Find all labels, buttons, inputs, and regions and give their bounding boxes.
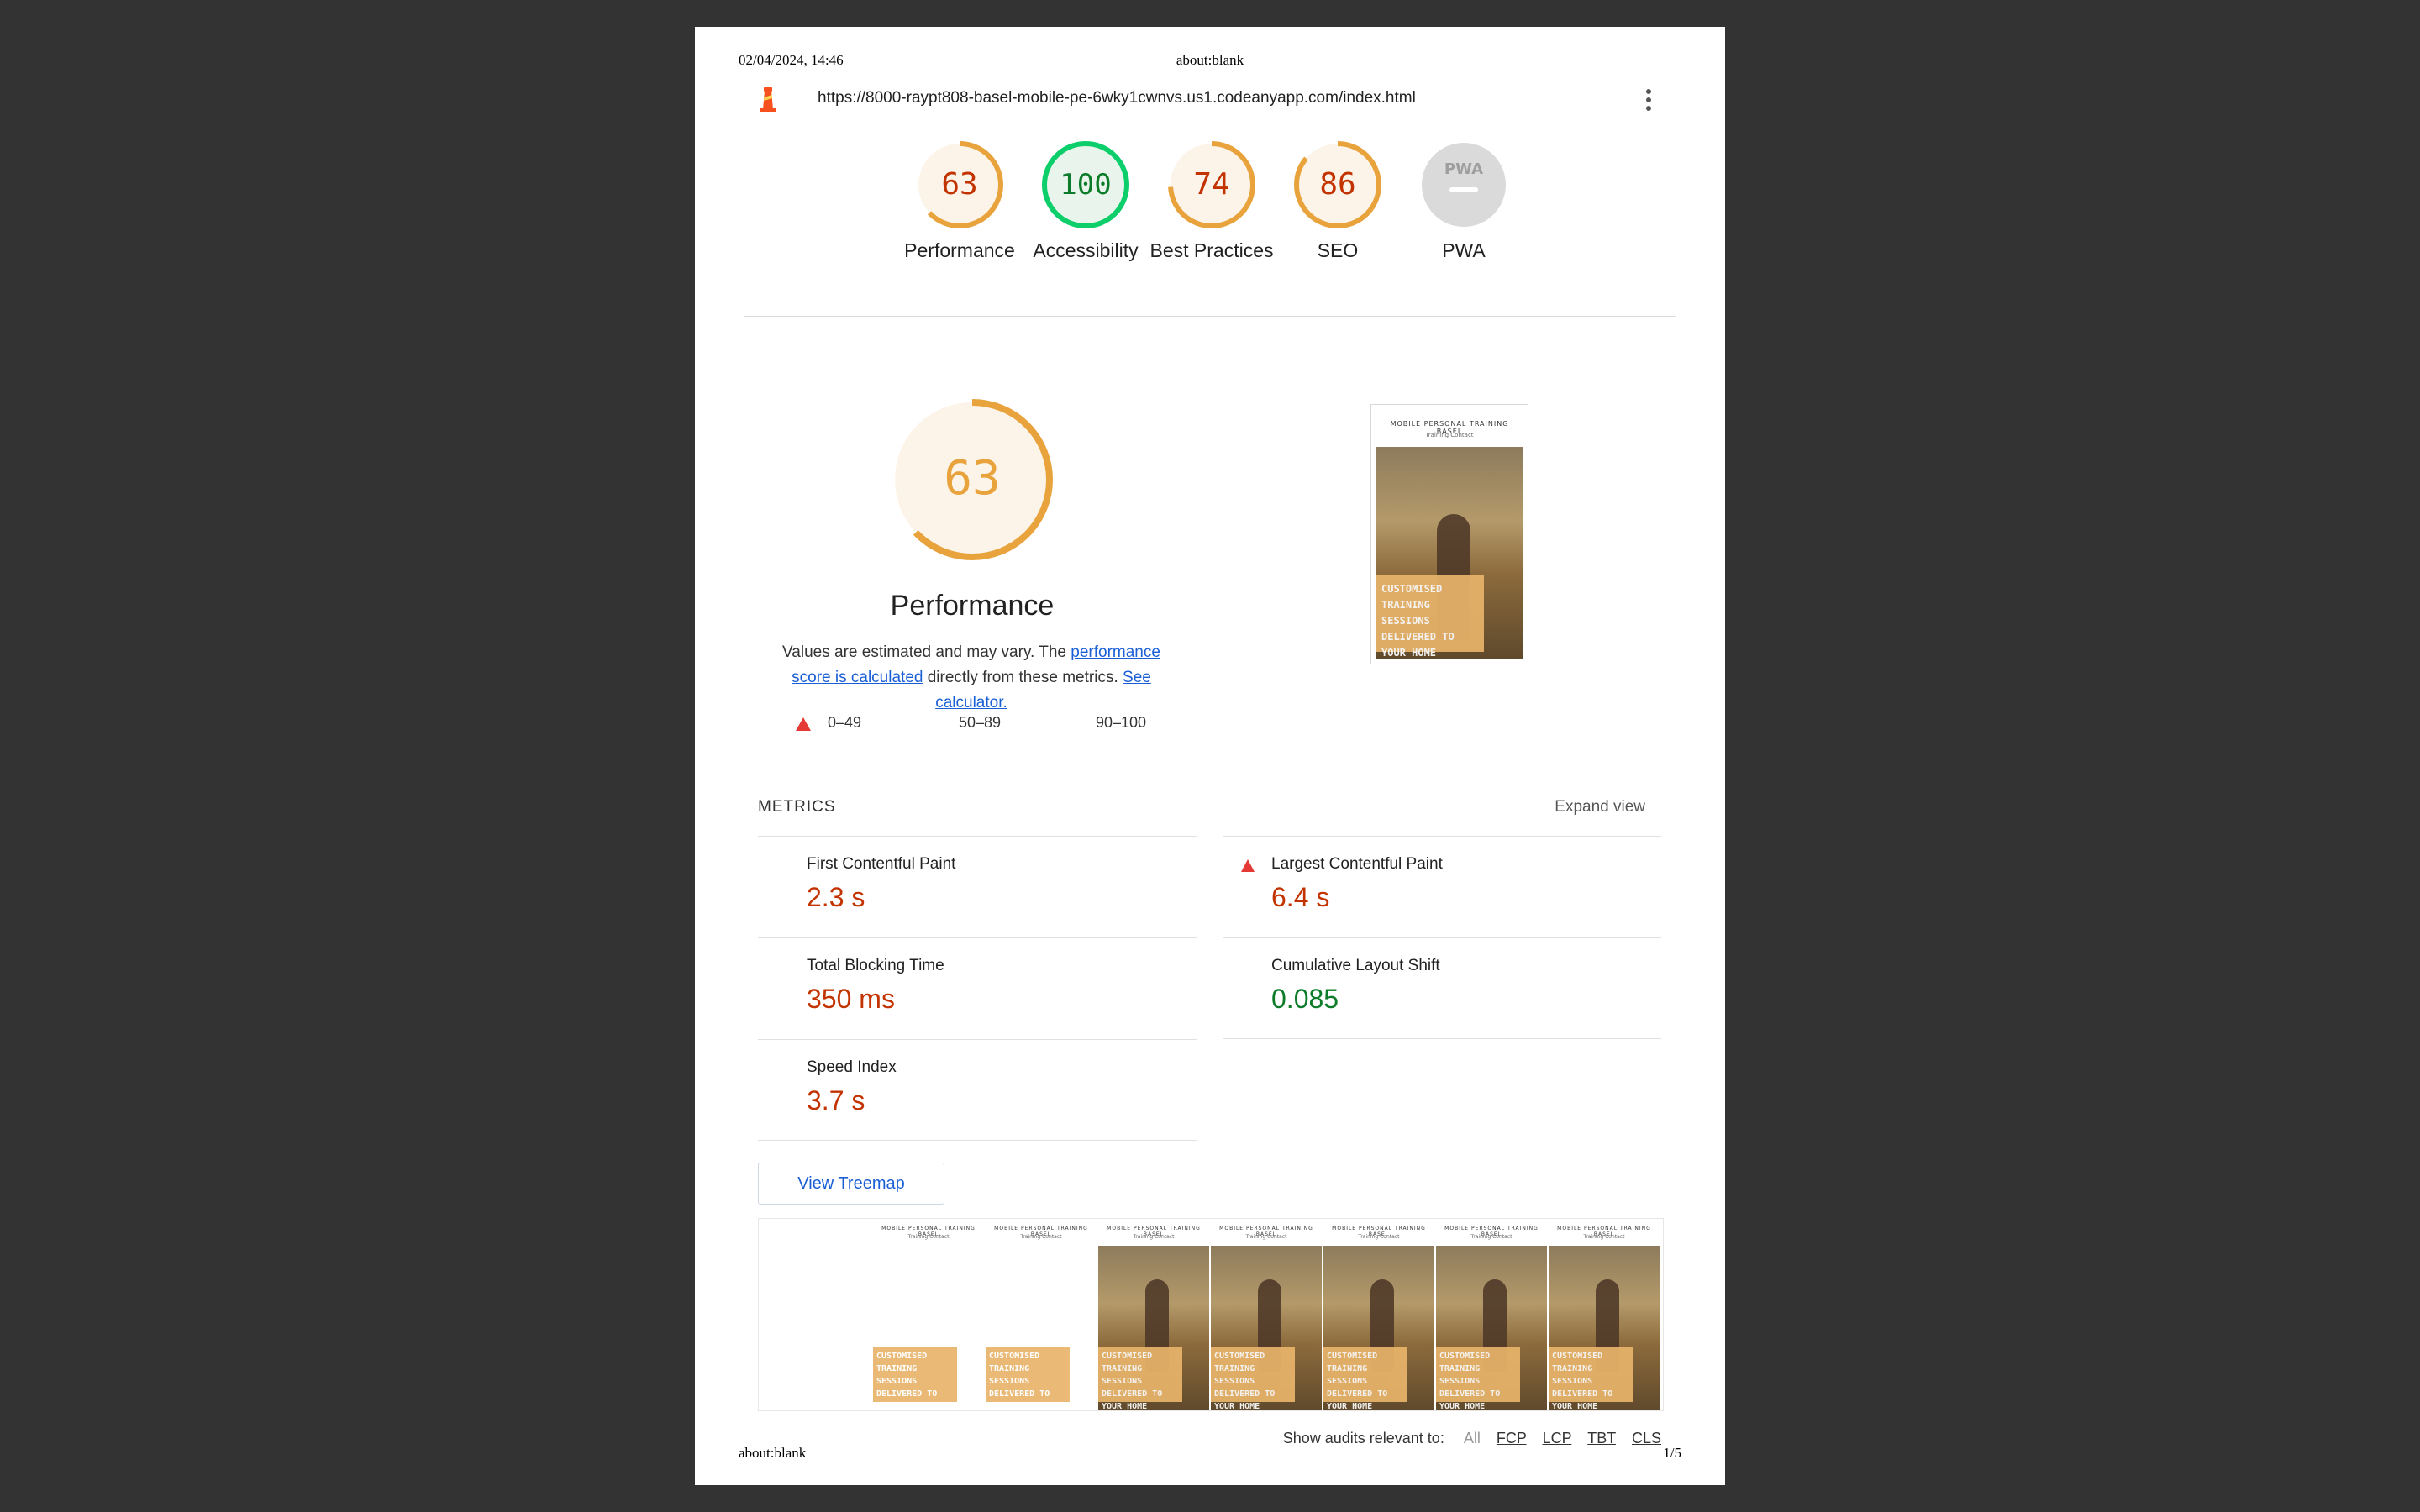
gauge-score: 74: [1193, 167, 1229, 202]
filmstrip-frame[interactable]: MOBILE PERSONAL TRAINING BASEL Training C…: [1434, 1219, 1547, 1410]
metric-cls: Cumulative Layout Shift 0.085: [1223, 937, 1661, 1039]
performance-big-gauge: 63: [892, 399, 1053, 560]
gauge-ring: 86: [1294, 141, 1381, 228]
filter-lcp[interactable]: LCP: [1543, 1430, 1572, 1446]
legend-pass: 90–100: [1096, 714, 1147, 731]
metric-value: 6.4 s: [1271, 882, 1330, 912]
expand-view-toggle[interactable]: Expand view: [1555, 798, 1645, 816]
gauge-score: 86: [1319, 167, 1355, 202]
gauge-ring: 100: [1042, 141, 1129, 228]
filmstrip: MOBILE PERSONAL TRAINING BASEL Training C…: [758, 1218, 1664, 1411]
metrics-divider: [758, 1140, 1197, 1141]
print-page-number: 1/5: [1663, 1445, 1681, 1461]
filmstrip-frame[interactable]: MOBILE PERSONAL TRAINING BASEL Training C…: [1209, 1219, 1322, 1410]
gauge-performance[interactable]: 63 Performance: [897, 140, 1023, 264]
metric-value: 350 ms: [807, 984, 895, 1014]
metric-value: 3.7 s: [807, 1085, 865, 1116]
filter-tbt[interactable]: TBT: [1587, 1430, 1616, 1446]
gauge-label: SEO: [1317, 239, 1359, 261]
print-title: about:blank: [1176, 52, 1244, 68]
lighthouse-icon: [760, 87, 776, 112]
filmstrip-frame[interactable]: MOBILE PERSONAL TRAINING BASEL Training C…: [984, 1219, 1097, 1410]
fail-triangle-icon: [796, 717, 811, 731]
metric-label: Total Blocking Time: [807, 957, 944, 974]
final-screenshot[interactable]: MOBILE PERSONAL TRAINING BASEL Training …: [1370, 404, 1528, 664]
gauges-divider: [744, 316, 1676, 317]
gauge-label: Accessibility: [1033, 239, 1139, 261]
report-url[interactable]: https://8000-raypt808-basel-mobile-pe-6w…: [818, 89, 1416, 108]
fail-triangle-icon: [1241, 859, 1255, 872]
metric-label: Speed Index: [807, 1058, 897, 1076]
gauge-score: 63: [941, 167, 977, 202]
gauge-label: Performance: [904, 239, 1015, 261]
filter-cls[interactable]: CLS: [1632, 1430, 1661, 1446]
metric-tbt: Total Blocking Time 350 ms: [758, 937, 1197, 1039]
performance-title: Performance: [890, 590, 1055, 622]
gauge-pwa[interactable]: PWA PWA: [1401, 140, 1527, 264]
performance-description: Values are estimated and may vary. The p…: [782, 643, 1160, 711]
metrics-header: METRICS: [758, 798, 836, 816]
metrics-divider: [1223, 1038, 1661, 1039]
performance-score: 63: [944, 451, 1000, 506]
gauge-ring: 63: [916, 141, 1003, 228]
report-topbar: https://8000-raypt808-basel-mobile-pe-6w…: [744, 79, 1676, 118]
screenshot-banner: CUSTOMISED TRAINING SESSIONS DELIVERED T…: [1376, 575, 1484, 659]
legend-average: 50–89: [959, 714, 1002, 731]
metric-label: Largest Contentful Paint: [1271, 855, 1443, 873]
metric-value: 2.3 s: [807, 882, 865, 912]
print-footer-url: about:blank: [739, 1445, 807, 1461]
screenshot-nav: Training Contact: [1425, 432, 1474, 438]
gauge-accessibility[interactable]: 100 Accessibility: [1023, 140, 1149, 264]
audit-filter-label: Show audits relevant to:: [1282, 1430, 1444, 1446]
gauge-best-practices[interactable]: 74 Best Practices: [1149, 140, 1275, 264]
more-menu-icon[interactable]: [1644, 87, 1653, 113]
metric-label: First Contentful Paint: [807, 855, 956, 873]
gauge-seo[interactable]: 86 SEO: [1275, 140, 1401, 264]
view-treemap-button[interactable]: View Treemap: [758, 1163, 944, 1205]
filmstrip-frame[interactable]: MOBILE PERSONAL TRAINING BASEL Training C…: [1322, 1219, 1434, 1410]
pwa-icon: PWA: [1422, 143, 1506, 227]
metric-si: Speed Index 3.7 s: [758, 1039, 1197, 1141]
metric-label: Cumulative Layout Shift: [1271, 957, 1440, 974]
audit-filter: Show audits relevant to: All FCP LCP TBT…: [1283, 1430, 1661, 1447]
legend-fail: 0–49: [828, 714, 862, 731]
filmstrip-frame[interactable]: MOBILE PERSONAL TRAINING BASEL Training C…: [1547, 1219, 1660, 1410]
filter-all[interactable]: All: [1464, 1430, 1481, 1446]
gauge-label: Best Practices: [1150, 239, 1274, 261]
gauge-score: 100: [1060, 168, 1111, 202]
metric-value: 0.085: [1271, 984, 1339, 1014]
gauge-label: PWA: [1442, 239, 1486, 261]
report-page: 02/04/2024, 14:46 about:blank https://80…: [695, 27, 1725, 1485]
filmstrip-frame[interactable]: MOBILE PERSONAL TRAINING BASEL Training C…: [1097, 1219, 1209, 1410]
filmstrip-frame[interactable]: [759, 1219, 871, 1410]
metric-fcp: First Contentful Paint 2.3 s: [758, 836, 1197, 937]
filter-fcp[interactable]: FCP: [1497, 1430, 1527, 1446]
pwa-badge-text: PWA: [1444, 160, 1483, 178]
filmstrip-frame[interactable]: MOBILE PERSONAL TRAINING BASEL Training C…: [871, 1219, 984, 1410]
metric-lcp: Largest Contentful Paint 6.4 s: [1223, 836, 1661, 937]
category-gauges: 63 Performance 100 Accessibility 74 Best…: [695, 140, 1725, 333]
gauge-ring: 74: [1168, 141, 1255, 228]
